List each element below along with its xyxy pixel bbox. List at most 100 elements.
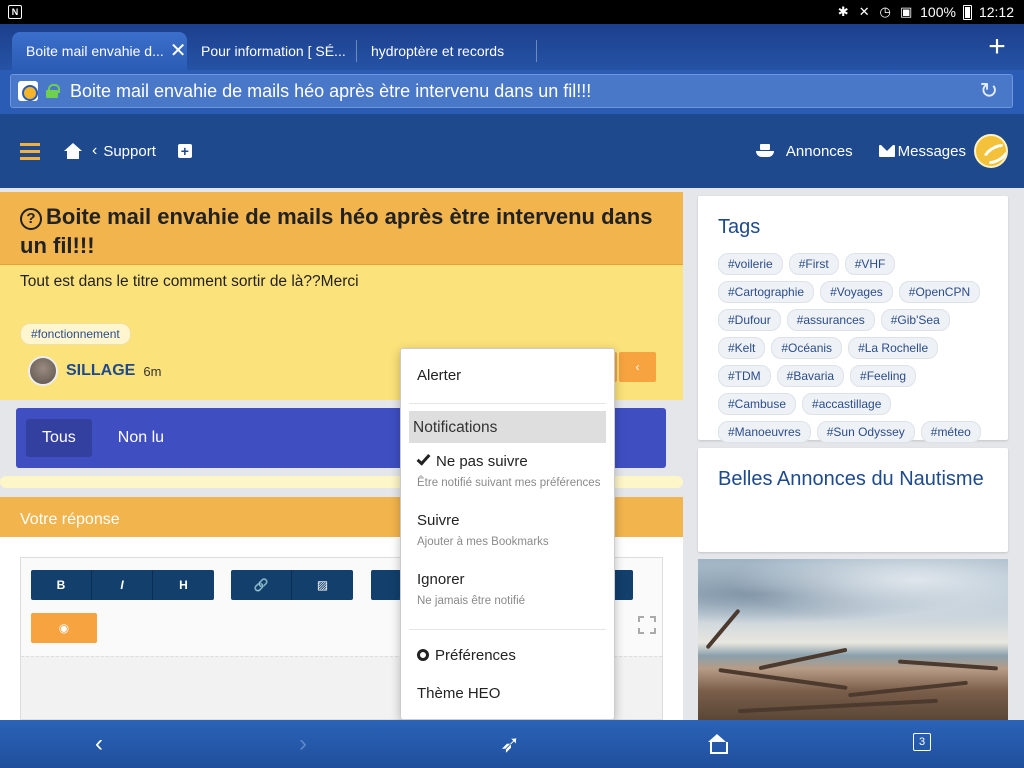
- reload-icon[interactable]: ↻: [980, 78, 998, 104]
- menu-option-ignore[interactable]: Ignorer: [417, 571, 465, 588]
- tag-item[interactable]: #accastillage: [802, 393, 892, 415]
- tag-item[interactable]: #La Rochelle: [848, 337, 939, 359]
- photo-driftwood: [718, 667, 848, 691]
- tags-title: Tags: [718, 216, 761, 238]
- bold-button[interactable]: B: [31, 570, 92, 600]
- tab-label: Boite mail envahie d...: [26, 43, 164, 59]
- tag-item[interactable]: #Dufour: [718, 309, 781, 331]
- close-tab-icon[interactable]: ✕: [170, 41, 187, 61]
- preview-eye-button[interactable]: ◉: [31, 613, 97, 643]
- tab-label: hydroptère et records: [371, 43, 505, 59]
- link-button[interactable]: 🔗: [231, 570, 292, 600]
- menu-theme[interactable]: Thème HEO: [417, 685, 500, 702]
- browser-tab[interactable]: Pour information [ SÉ...: [187, 32, 357, 70]
- heading-button[interactable]: H: [153, 570, 214, 600]
- option-description: Être notifié suivant mes préférences: [417, 477, 601, 489]
- home-icon[interactable]: [64, 143, 82, 159]
- status-icons: ✱ ✕ ◷ ▣ 100% 12:12: [836, 4, 1024, 20]
- menu-option-follow[interactable]: Suivre: [417, 512, 460, 529]
- tag-item[interactable]: #Manoeuvres: [718, 421, 811, 443]
- browser-tab-bar: Boite mail envahie d... ✕ Pour informati…: [0, 24, 1024, 70]
- tab-count-icon[interactable]: 3: [913, 733, 931, 751]
- photo-driftwood: [758, 647, 848, 671]
- browser-bottom-nav: ‹ › ➶ 3: [0, 720, 1024, 768]
- bluetooth-icon: ✱: [837, 4, 849, 19]
- fullscreen-icon[interactable]: [638, 616, 656, 634]
- list-toolbar[interactable]: [371, 570, 401, 600]
- tag-item[interactable]: #VHF: [844, 253, 896, 275]
- option-description: Ajouter à mes Bookmarks: [417, 536, 549, 548]
- topic-tag[interactable]: #fonctionnement: [20, 323, 131, 345]
- battery-icon: [962, 4, 972, 20]
- breadcrumb-support[interactable]: Support: [103, 143, 156, 160]
- system-status-bar: N ✱ ✕ ◷ ▣ 100% 12:12: [0, 0, 1024, 24]
- forward-icon[interactable]: ›: [299, 730, 307, 758]
- preferences-label: Préférences: [435, 647, 516, 664]
- chevron-left-icon: ‹: [635, 360, 640, 374]
- user-avatar[interactable]: [974, 134, 1008, 168]
- tag-item[interactable]: #Gib'Sea: [880, 309, 950, 331]
- home-nav-icon[interactable]: [708, 734, 728, 754]
- tag-item[interactable]: #Voyages: [820, 281, 893, 303]
- tag-item[interactable]: #Cambuse: [718, 393, 797, 415]
- topic-title-text: Boite mail envahie de mails héo après èt…: [20, 204, 653, 258]
- filter-all[interactable]: Tous: [26, 419, 92, 457]
- boat-icon: [755, 144, 774, 158]
- lock-icon: [46, 84, 60, 98]
- option-description: Ne jamais être notifié: [417, 595, 526, 607]
- author-name[interactable]: SILLAGE: [66, 362, 135, 380]
- tag-item[interactable]: #voilerie: [718, 253, 783, 275]
- hamburger-menu-icon[interactable]: [20, 142, 40, 160]
- question-icon: ?: [20, 208, 42, 230]
- tag-item[interactable]: #Bavaria: [776, 365, 845, 387]
- tag-item[interactable]: #Cartographie: [718, 281, 815, 303]
- image-button[interactable]: ▨: [292, 570, 353, 600]
- chevron-left-icon: ‹: [92, 142, 98, 159]
- tags-card: Tags #voilerie #First #VHF #Cartographie…: [698, 196, 1008, 443]
- annonces-link[interactable]: Annonces: [786, 143, 853, 160]
- new-tab-icon[interactable]: +: [970, 24, 1024, 70]
- tag-item[interactable]: #OpenCPN: [898, 281, 981, 303]
- messages-link[interactable]: Messages: [898, 143, 966, 160]
- menu-option-unfollow[interactable]: Ne pas suivre: [416, 451, 528, 470]
- url-field[interactable]: Boite mail envahie de mails héo après èt…: [10, 74, 1013, 108]
- dolphin-menu-icon[interactable]: ➶: [500, 730, 520, 759]
- italic-button[interactable]: I: [92, 570, 153, 600]
- photo-driftwood: [738, 698, 938, 714]
- menu-divider: [409, 629, 606, 630]
- topic-menu-toggle[interactable]: ‹: [619, 352, 656, 382]
- tag-item[interactable]: #Kelt: [718, 337, 766, 359]
- insert-toolbar: 🔗 ▨: [231, 570, 353, 600]
- filter-unread[interactable]: Non lu: [102, 419, 180, 457]
- tag-item[interactable]: #First: [788, 253, 839, 275]
- author-avatar[interactable]: [28, 356, 58, 386]
- tag-item[interactable]: #Feeling: [850, 365, 917, 387]
- post-time: 6m: [143, 363, 162, 379]
- tag-item[interactable]: #TDM: [718, 365, 771, 387]
- check-icon: [416, 451, 431, 466]
- tag-list: #voilerie #First #VHF #Cartographie #Voy…: [718, 253, 988, 443]
- format-toolbar: B I H: [31, 570, 214, 600]
- browser-tab[interactable]: hydroptère et records: [357, 32, 537, 70]
- annonce-photo[interactable]: [698, 559, 1008, 720]
- tag-item[interactable]: #Sun Odyssey: [816, 421, 915, 443]
- menu-preferences[interactable]: Préférences: [417, 647, 516, 664]
- tag-item[interactable]: #Océanis: [771, 337, 843, 359]
- photo-sky: [698, 559, 1008, 629]
- new-topic-icon[interactable]: +: [177, 144, 192, 158]
- envelope-icon: [878, 145, 895, 157]
- author-info: SILLAGE 6m: [28, 356, 161, 386]
- annonces-title[interactable]: Belles Annonces du Nautisme: [718, 468, 988, 491]
- back-icon[interactable]: ‹: [95, 730, 103, 758]
- menu-divider: [409, 403, 606, 404]
- tag-item[interactable]: #méteo: [920, 421, 981, 443]
- menu-notifications-header: Notifications: [409, 411, 606, 443]
- tab-label: Pour information [ SÉ...: [201, 43, 346, 59]
- bluetooth-box-icon: ▣: [899, 4, 913, 19]
- menu-alert[interactable]: Alerter: [417, 367, 461, 384]
- site-header: ‹ Support + Annonces Messages: [0, 114, 1024, 188]
- tag-item[interactable]: #assurances: [786, 309, 875, 331]
- topic-body: Tout est dans le titre comment sortir de…: [20, 273, 359, 290]
- clock: 12:12: [978, 4, 1014, 20]
- browser-tab-active[interactable]: Boite mail envahie d... ✕: [12, 32, 187, 70]
